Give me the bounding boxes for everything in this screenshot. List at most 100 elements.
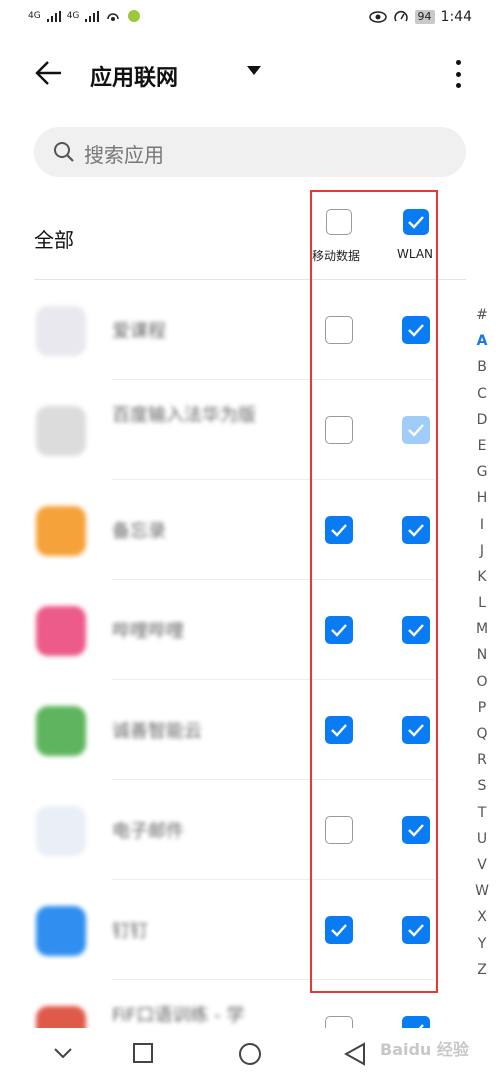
notification-app-icon [128, 10, 141, 22]
eye-comfort-icon [368, 11, 387, 23]
check-icon [408, 424, 424, 437]
check-icon [408, 624, 424, 637]
app-name: 备忘录 [112, 521, 166, 542]
app-name: 电子邮件 [112, 821, 184, 842]
signal-icon-2: 4G [66, 11, 80, 21]
alphabet-letter[interactable]: J [470, 538, 494, 564]
mobile-data-label: 移动数据 [312, 249, 361, 263]
mobile-data-checkbox[interactable] [325, 316, 353, 344]
collapse-chevron-icon[interactable] [52, 1042, 74, 1064]
alphabet-letter[interactable]: G [470, 459, 494, 485]
back-triangle-icon[interactable] [344, 1042, 366, 1066]
alphabet-letter[interactable]: V [470, 852, 494, 878]
aikecheng-icon [36, 306, 86, 356]
search-placeholder: 搜索应用 [84, 143, 164, 167]
alphabet-letter[interactable]: # [470, 302, 494, 328]
home-circle-icon[interactable] [238, 1042, 262, 1066]
list-item: 备忘录 [0, 480, 470, 580]
wlan-checkbox[interactable] [402, 316, 430, 344]
recents-square-icon[interactable] [132, 1042, 154, 1064]
cloud-app-icon [36, 706, 86, 756]
check-icon [408, 216, 424, 229]
signal-bars-icon [46, 10, 61, 22]
alphabet-letter[interactable]: N [470, 642, 494, 668]
signal-icon: 4G [28, 11, 41, 21]
check-icon [408, 324, 424, 337]
wlan-checkbox[interactable] [402, 516, 430, 544]
all-label: 全部 [34, 228, 74, 252]
app-name: 百度输入法华为版 [112, 405, 256, 426]
alphabet-letter[interactable]: H [470, 485, 494, 511]
watermark: Baidu 经验 [380, 1040, 469, 1059]
notes-icon [36, 506, 86, 556]
alphabet-letter[interactable]: E [470, 433, 494, 459]
search-input[interactable]: 搜索应用 [34, 127, 466, 177]
alphabet-index[interactable]: # A B C D E G H I J K L M N O P Q R S T U V W X Y Z [470, 302, 494, 983]
alphabet-letter[interactable]: C [470, 381, 494, 407]
app-name: 诚善智能云 [112, 721, 202, 742]
alphabet-letter[interactable]: R [470, 747, 494, 773]
check-icon [408, 724, 424, 737]
list-item: 哔哩哔哩 [0, 580, 470, 680]
wlan-all-checkbox[interactable] [403, 209, 429, 235]
alphabet-letter[interactable]: K [470, 564, 494, 590]
alphabet-letter[interactable]: P [470, 695, 494, 721]
alphabet-letter[interactable]: B [470, 354, 494, 380]
wlan-checkbox[interactable] [402, 616, 430, 644]
mobile-data-checkbox[interactable] [325, 616, 353, 644]
wlan-checkbox[interactable] [402, 716, 430, 744]
list-item: 钉钉 [0, 880, 470, 980]
mobile-data-checkbox[interactable] [325, 416, 353, 444]
check-icon [331, 524, 347, 537]
alphabet-letter[interactable]: O [470, 669, 494, 695]
more-options-icon[interactable] [450, 58, 466, 90]
wlan-checkbox[interactable] [402, 916, 430, 944]
check-icon [331, 624, 347, 637]
email-icon [36, 806, 86, 856]
wlan-checkbox[interactable] [402, 816, 430, 844]
alphabet-letter[interactable]: D [470, 407, 494, 433]
mobile-data-checkbox[interactable] [325, 816, 353, 844]
check-icon [408, 824, 424, 837]
dingtalk-icon [36, 906, 86, 956]
battery-icon: 94 [414, 10, 435, 24]
wlan-checkbox[interactable] [402, 416, 430, 444]
check-icon [331, 724, 347, 737]
back-arrow-icon[interactable] [34, 58, 64, 88]
alphabet-letter[interactable]: Z [470, 957, 494, 983]
list-item: 爱课程 [0, 280, 470, 380]
app-bar: 应用联网 [0, 48, 500, 104]
check-icon [408, 524, 424, 537]
alphabet-letter[interactable]: U [470, 826, 494, 852]
hotspot-icon [107, 13, 120, 21]
check-icon [408, 924, 424, 937]
list-item: 电子邮件 [0, 780, 470, 880]
alphabet-letter[interactable]: S [470, 773, 494, 799]
dropdown-triangle-icon[interactable] [247, 66, 261, 75]
app-name: 钉钉 [112, 921, 148, 942]
alphabet-letter[interactable]: M [470, 616, 494, 642]
check-icon [331, 924, 347, 937]
app-name: 哔哩哔哩 [112, 621, 184, 642]
alphabet-letter[interactable]: T [470, 800, 494, 826]
alphabet-letter[interactable]: Y [470, 931, 494, 957]
bilibili-icon [36, 606, 86, 656]
alphabet-letter[interactable]: L [470, 590, 494, 616]
mobile-data-checkbox[interactable] [325, 516, 353, 544]
list-item: 百度输入法华为版 [0, 380, 470, 480]
data-saver-icon [393, 11, 408, 22]
mobile-data-checkbox[interactable] [325, 716, 353, 744]
app-name: 爱课程 [112, 321, 166, 342]
status-bar: 4G 4G 94 1:44 [0, 0, 500, 36]
app-name: FiF口语训练 - 学 [112, 1005, 245, 1026]
alphabet-letter[interactable]: A [470, 328, 494, 354]
alphabet-letter[interactable]: I [470, 512, 494, 538]
mobile-data-all-checkbox[interactable] [326, 209, 352, 235]
alphabet-letter[interactable]: W [470, 878, 494, 904]
alphabet-letter[interactable]: Q [470, 721, 494, 747]
clock: 1:44 [440, 9, 472, 25]
alphabet-letter[interactable]: X [470, 904, 494, 930]
signal-bars-icon-2 [85, 10, 100, 22]
all-apps-header: 全部 移动数据 WLAN [0, 190, 500, 280]
mobile-data-checkbox[interactable] [325, 916, 353, 944]
